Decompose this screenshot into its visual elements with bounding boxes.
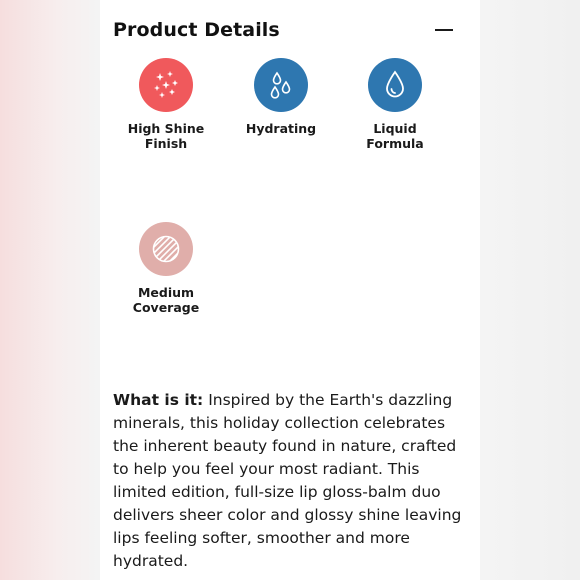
product-description: What is it: Inspired by the Earth's dazz… (113, 389, 463, 573)
section-header[interactable]: Product Details (113, 19, 453, 45)
sparkles-icon (139, 58, 193, 112)
water-drops-icon (254, 58, 308, 112)
feature-liquid-formula: Liquid Formula (345, 58, 445, 151)
product-details-panel: Product Details High Shine Finish Hydrat… (100, 0, 480, 580)
description-body: Inspired by the Earth's dazzling mineral… (113, 391, 462, 570)
collapse-minus-icon[interactable] (435, 29, 453, 31)
description-lead: What is it: (113, 391, 204, 409)
feature-hydrating: Hydrating (231, 58, 331, 136)
feature-label: Liquid Formula (366, 121, 424, 151)
feature-label: High Shine Finish (127, 121, 205, 151)
feature-high-shine-finish: High Shine Finish (116, 58, 216, 151)
liquid-drop-icon (368, 58, 422, 112)
section-title: Product Details (113, 19, 280, 41)
feature-medium-coverage: Medium Coverage (116, 222, 216, 315)
feature-label: Medium Coverage (132, 285, 200, 315)
coverage-stripes-icon (139, 222, 193, 276)
feature-label: Hydrating (245, 121, 317, 136)
